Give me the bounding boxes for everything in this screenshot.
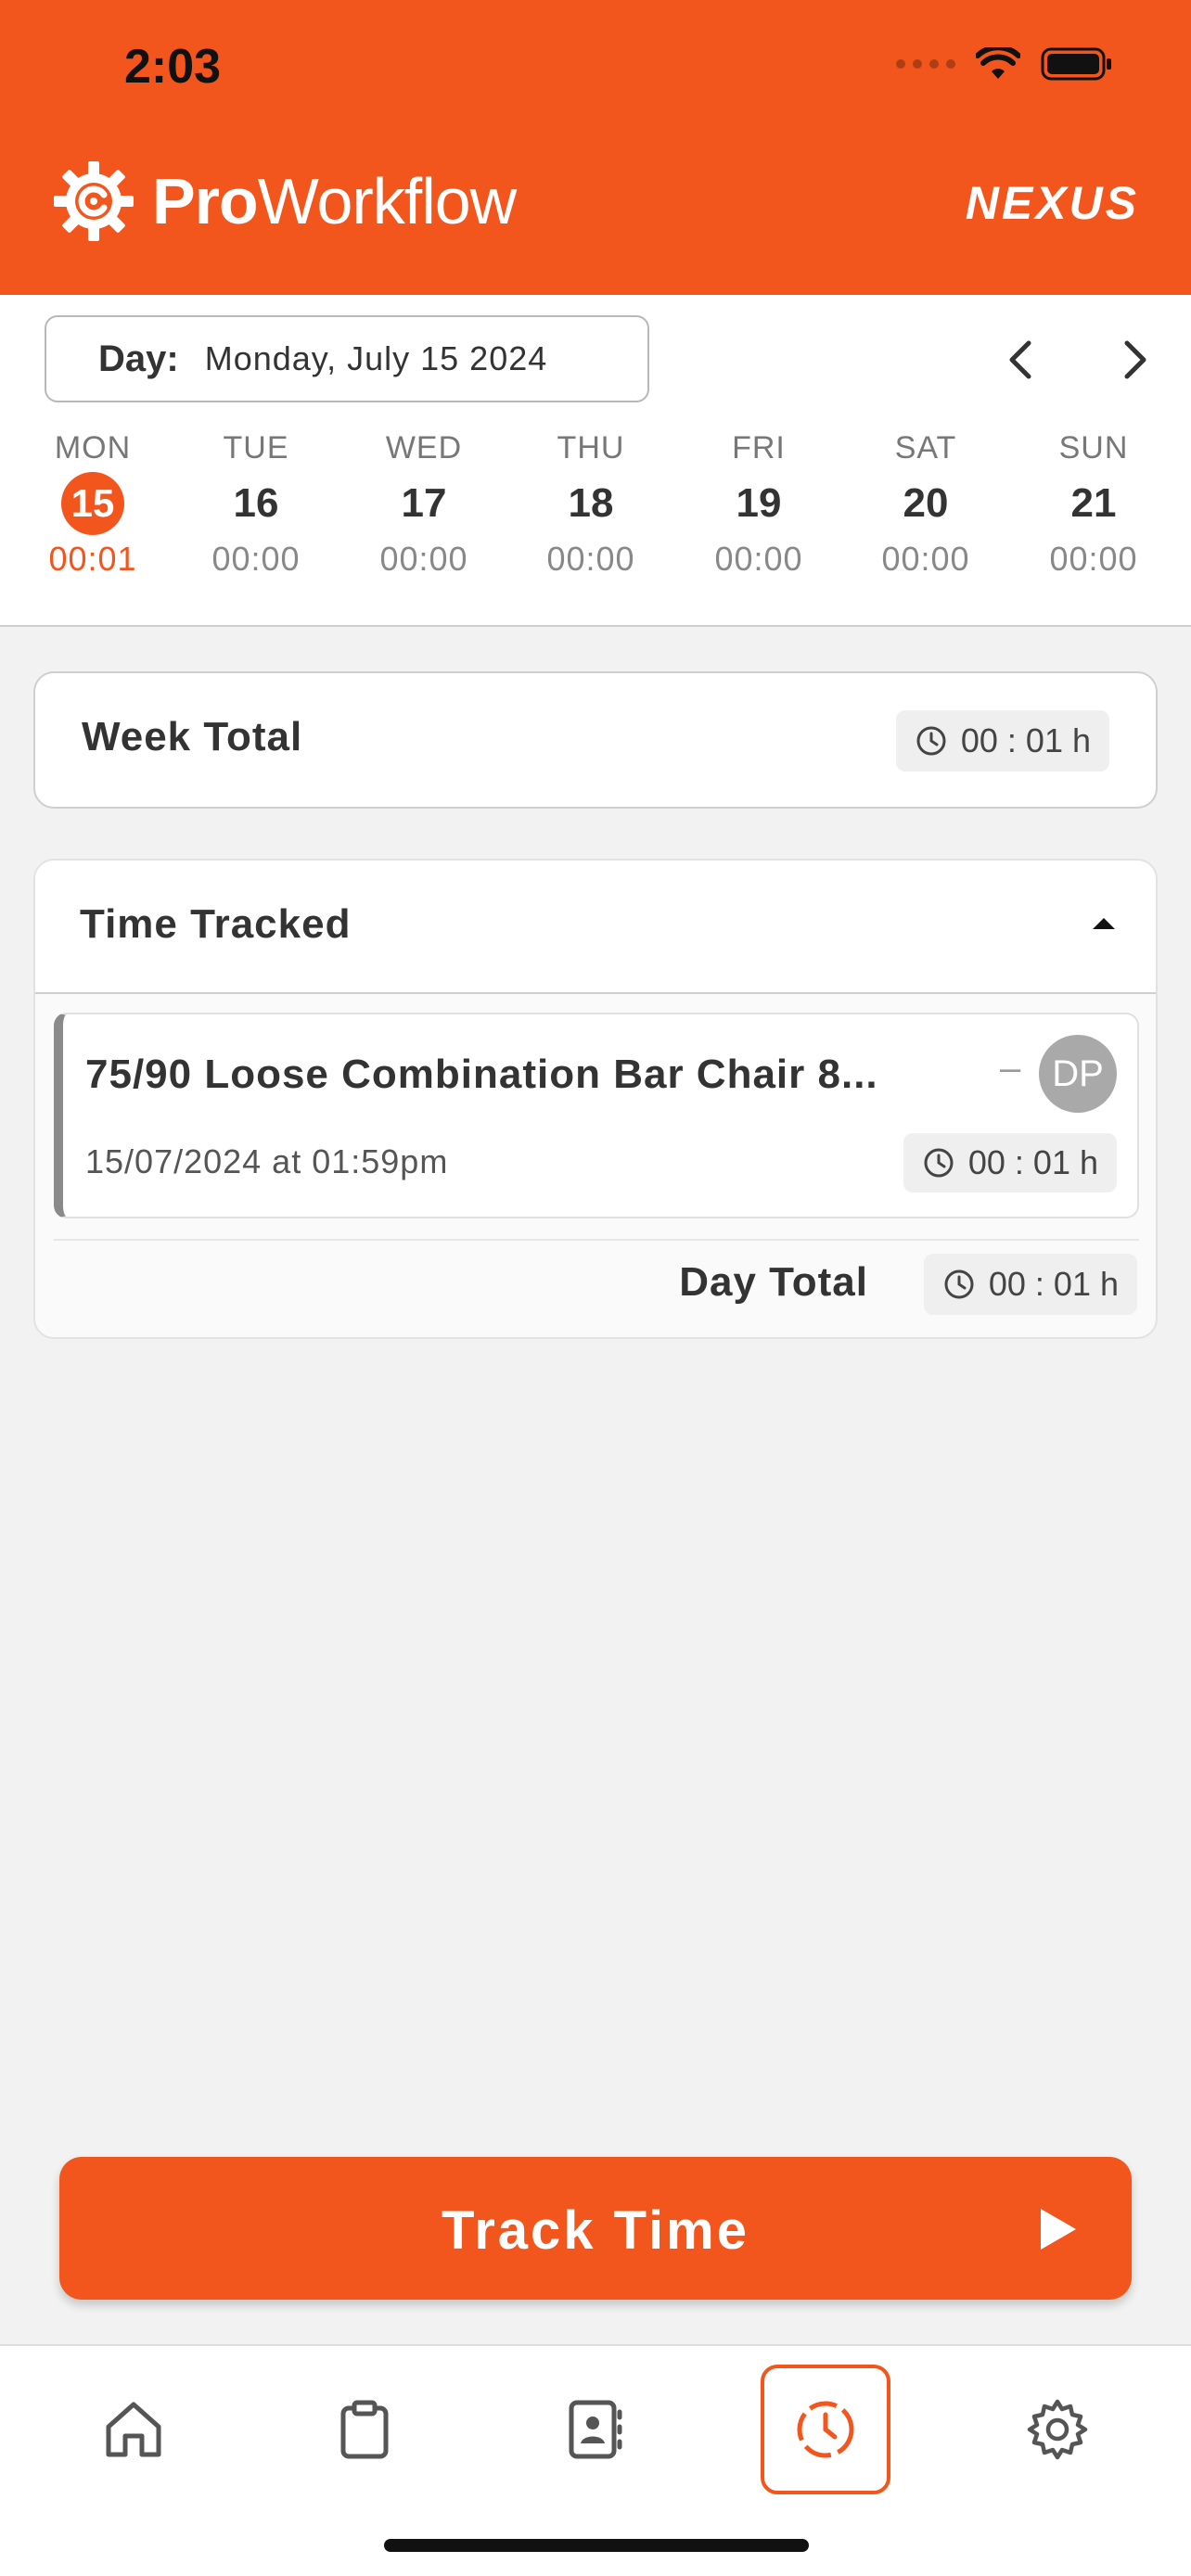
play-icon xyxy=(1041,2209,1076,2250)
day-time: 00:00 xyxy=(546,540,635,578)
day-number: 19 xyxy=(736,480,782,526)
home-indicator xyxy=(384,2539,809,2552)
status-icons xyxy=(896,46,1113,82)
proworkflow-logo: ProWorkflow xyxy=(52,159,517,243)
entry-duration: 00 : 01 h xyxy=(967,1143,1098,1181)
clipboard-icon xyxy=(340,2400,389,2459)
avatar: DP xyxy=(1039,1035,1117,1113)
day-value: Monday, July 15 2024 xyxy=(204,339,548,377)
day-total-pill: 00 : 01 h xyxy=(923,1254,1137,1315)
nexus-brand: NEXUS xyxy=(965,177,1139,229)
time-tracked-card: Time Tracked 75/90 Loose Combination Bar… xyxy=(33,859,1158,1339)
time-entry[interactable]: 75/90 Loose Combination Bar Chair 8... –… xyxy=(54,1013,1139,1218)
day-label: Day: xyxy=(98,338,179,379)
nav-settings[interactable] xyxy=(992,2365,1122,2494)
week-total-card: Week Total 00 : 01 h xyxy=(33,671,1158,809)
clock-icon xyxy=(944,1269,974,1299)
collapse-caret-icon[interactable] xyxy=(1093,918,1115,929)
week-strip: MON 15 00:01 TUE 16 00:00 WED 17 00:00 T… xyxy=(0,425,1191,592)
clock-icon xyxy=(924,1148,954,1178)
day-number: 20 xyxy=(903,480,949,526)
day-number: 17 xyxy=(401,480,447,526)
nav-contacts[interactable] xyxy=(531,2365,661,2494)
day-total-value: 00 : 01 h xyxy=(988,1265,1119,1303)
track-time-button[interactable]: Track Time xyxy=(59,2157,1132,2300)
week-total-value: 00 : 01 h xyxy=(960,721,1091,759)
cellular-signal-icon xyxy=(896,59,955,69)
divider xyxy=(54,1239,1139,1241)
gear-icon xyxy=(1027,2399,1088,2460)
nav-time-tracking[interactable] xyxy=(761,2365,890,2494)
day-friday[interactable]: FRI 19 00:00 xyxy=(698,425,819,582)
day-name: TUE xyxy=(223,430,289,465)
entry-title: 75/90 Loose Combination Bar Chair 8... xyxy=(85,1052,878,1097)
day-wednesday[interactable]: WED 17 00:00 xyxy=(364,425,484,582)
time-tracking-icon xyxy=(797,2401,854,2458)
logo-text: ProWorkflow xyxy=(152,165,517,237)
entry-date: 15/07/2024 at 01:59pm xyxy=(85,1142,449,1180)
day-saturday[interactable]: SAT 20 00:00 xyxy=(865,425,986,582)
status-time: 2:03 xyxy=(124,40,222,94)
next-week-button[interactable] xyxy=(1108,332,1163,388)
day-tuesday[interactable]: TUE 16 00:00 xyxy=(196,425,316,582)
clock-icon xyxy=(916,726,946,756)
day-time: 00:00 xyxy=(714,540,803,578)
track-time-label: Track Time xyxy=(441,2200,749,2261)
wifi-icon xyxy=(976,47,1020,79)
previous-week-button[interactable] xyxy=(992,332,1048,388)
chevron-right-icon xyxy=(1124,340,1146,379)
nav-home[interactable] xyxy=(69,2365,198,2494)
day-name: WED xyxy=(385,430,463,465)
date-panel: Day: Monday, July 15 2024 MON 15 00:01 T… xyxy=(0,295,1191,627)
time-tracked-label: Time Tracked xyxy=(80,901,352,947)
day-time: 00:00 xyxy=(1049,540,1138,578)
day-time: 00:00 xyxy=(379,540,468,578)
day-monday[interactable]: MON 15 00:01 xyxy=(32,425,153,582)
battery-icon xyxy=(1041,47,1111,81)
day-time: 00:00 xyxy=(211,540,301,578)
day-time: 00:01 xyxy=(48,540,137,578)
app-header: 2:03 ProWorkflow NEXUS xyxy=(0,0,1191,295)
day-picker[interactable]: Day: Monday, July 15 2024 xyxy=(45,315,649,402)
day-name: SUN xyxy=(1058,430,1129,465)
week-total-pill: 00 : 01 h xyxy=(895,710,1109,772)
nav-tasks[interactable] xyxy=(300,2365,429,2494)
week-total-label: Week Total xyxy=(82,714,303,759)
day-number: 16 xyxy=(233,480,279,526)
gear-logo-icon xyxy=(54,161,134,241)
contacts-icon xyxy=(569,2400,622,2459)
chevron-left-icon xyxy=(1009,340,1031,379)
day-thursday[interactable]: THU 18 00:00 xyxy=(531,425,651,582)
day-number: 18 xyxy=(568,480,614,526)
entry-dash: – xyxy=(1000,1048,1021,1089)
day-name: FRI xyxy=(732,430,786,465)
day-sunday[interactable]: SUN 21 00:00 xyxy=(1033,425,1154,582)
entry-duration-pill: 00 : 01 h xyxy=(903,1133,1117,1192)
day-time: 00:00 xyxy=(881,540,970,578)
day-total-label: Day Total xyxy=(679,1259,868,1305)
time-tracked-header[interactable]: Time Tracked xyxy=(35,861,1156,994)
day-number: 21 xyxy=(1070,480,1117,526)
home-icon xyxy=(106,2402,161,2457)
day-name: SAT xyxy=(894,430,957,465)
day-number: 15 xyxy=(61,472,124,535)
day-name: MON xyxy=(54,430,132,465)
day-name: THU xyxy=(557,430,625,465)
